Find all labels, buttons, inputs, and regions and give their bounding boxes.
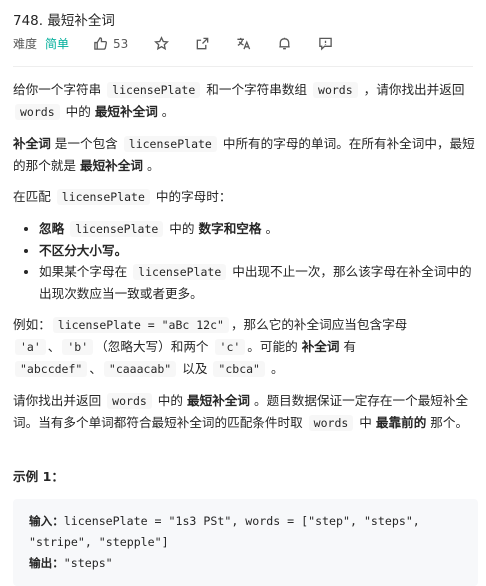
- example-title: 示例 1：: [13, 469, 64, 484]
- rules-list: 忽略 licensePlate 中的 数字和空格 。 不区分大小写。 如果某个字…: [13, 218, 478, 304]
- text: 中的: [153, 393, 187, 408]
- notification-button[interactable]: [277, 36, 292, 51]
- difficulty-label: 难度: [13, 37, 38, 51]
- text: 以及: [178, 361, 212, 376]
- text: （忽略大写）和两个: [95, 339, 213, 354]
- translate-button[interactable]: [236, 36, 251, 51]
- bold-text: 数字和空格: [198, 221, 262, 236]
- inline-code: licensePlate: [107, 82, 201, 98]
- inline-code: "abccdef": [15, 361, 88, 377]
- text: 中: [355, 415, 376, 430]
- feedback-button[interactable]: [318, 36, 333, 51]
- inline-code: licensePlate: [56, 189, 150, 205]
- bold-text: 最短补全词: [187, 393, 250, 408]
- inline-code: words: [313, 82, 358, 98]
- text: ，那么它的补全词应当包含字母: [230, 317, 408, 332]
- inline-code: "caaacab": [103, 361, 177, 377]
- bell-icon: [279, 37, 290, 50]
- desc-paragraph-2: 补全词 是一个包含 licensePlate 中所有的字母的单词。在所有补全词中…: [13, 133, 478, 176]
- problem-meta-bar: 难度 简单 53: [13, 35, 359, 52]
- bold-text: 补全词: [13, 136, 51, 151]
- desc-paragraph-3: 在匹配 licensePlate 中的字母时：: [13, 186, 478, 208]
- text: 。可能的: [247, 339, 302, 354]
- input-value: licensePlate = "1s3 PSt", words = ["step…: [29, 514, 427, 549]
- difficulty-badge: 简单: [45, 37, 70, 51]
- desc-paragraph-4: 例如： licensePlate = "aBc 12c" ，那么它的补全词应当包含字…: [13, 314, 478, 380]
- like-button[interactable]: 53: [93, 36, 128, 51]
- problem-description: 给你一个字符串 licensePlate 和一个字符串数组 words ，请你找…: [13, 79, 478, 586]
- text: ，请你找出并返回: [359, 82, 465, 97]
- inline-code: 'b': [62, 339, 94, 355]
- inline-code: "cbca": [213, 361, 265, 377]
- text: 中的字母时：: [151, 189, 232, 204]
- input-label: 输入：: [29, 514, 64, 528]
- text: 。: [142, 158, 160, 173]
- inline-code: licensePlate = "aBc 12c": [52, 317, 229, 333]
- list-item: 如果某个字母在 licensePlate 中出现不止一次，那么该字母在补全词中的…: [39, 261, 478, 304]
- bold-text: 不区分大小写。: [39, 243, 128, 258]
- text: 和一个字符串数组: [202, 82, 312, 97]
- inline-code: licensePlate: [123, 136, 217, 152]
- text: 。: [261, 221, 279, 236]
- list-item: 忽略 licensePlate 中的 数字和空格 。: [39, 218, 478, 240]
- text: 给你一个字符串: [13, 82, 106, 97]
- bold-text: 忽略: [39, 221, 65, 236]
- bold-text: 补全词: [301, 339, 340, 354]
- inline-code: licensePlate: [70, 221, 164, 237]
- bold-text: 最短补全词: [79, 158, 143, 173]
- output-label: 输出：: [29, 556, 64, 570]
- share-button[interactable]: [195, 36, 210, 51]
- text: 如果某个字母在: [39, 264, 132, 279]
- translate-icon: [237, 37, 251, 50]
- header-divider: [13, 66, 473, 67]
- problem-title: 748. 最短补全词: [13, 13, 115, 29]
- text: 例如：: [13, 317, 51, 332]
- output-value: "steps": [63, 556, 113, 570]
- text: 那个。: [426, 415, 469, 430]
- problem-page: 748. 最短补全词 难度 简单 53 给你一个字符串 licensePlate…: [0, 0, 486, 586]
- text: 、: [47, 339, 61, 354]
- inline-code: words: [308, 415, 354, 431]
- example-block: 输入：licensePlate = "1s3 PSt", words = ["s…: [13, 499, 478, 586]
- thumbs-up-icon: [94, 37, 108, 50]
- text: 中的: [61, 104, 95, 119]
- inline-code: 'c': [214, 339, 246, 355]
- inline-code: words: [107, 393, 152, 409]
- inline-code: words: [15, 104, 60, 120]
- text: 在匹配: [13, 189, 55, 204]
- like-count: 53: [113, 36, 129, 51]
- bold-text: 最短补全词: [94, 104, 158, 119]
- desc-paragraph-5: 请你找出并返回 words 中的 最短补全词 。题目数据保证一定存在一个最短补全…: [13, 390, 478, 434]
- star-icon: [154, 36, 170, 51]
- inline-code: 'a': [15, 339, 46, 355]
- share-icon: [197, 37, 209, 50]
- text: 请你找出并返回: [13, 393, 106, 408]
- desc-paragraph-1: 给你一个字符串 licensePlate 和一个字符串数组 words ，请你找…: [13, 79, 478, 123]
- favorite-button[interactable]: [154, 36, 170, 51]
- inline-code: licensePlate: [133, 264, 227, 280]
- comment-icon: [319, 37, 333, 51]
- list-item: 不区分大小写。: [39, 240, 478, 261]
- text: 是一个包含: [50, 136, 122, 151]
- text: 。: [266, 361, 284, 376]
- text: 有: [339, 339, 357, 354]
- text: 、: [89, 361, 102, 376]
- text: 中的: [165, 221, 199, 236]
- bold-text: 最靠前的: [375, 415, 427, 430]
- text: 。: [157, 104, 175, 119]
